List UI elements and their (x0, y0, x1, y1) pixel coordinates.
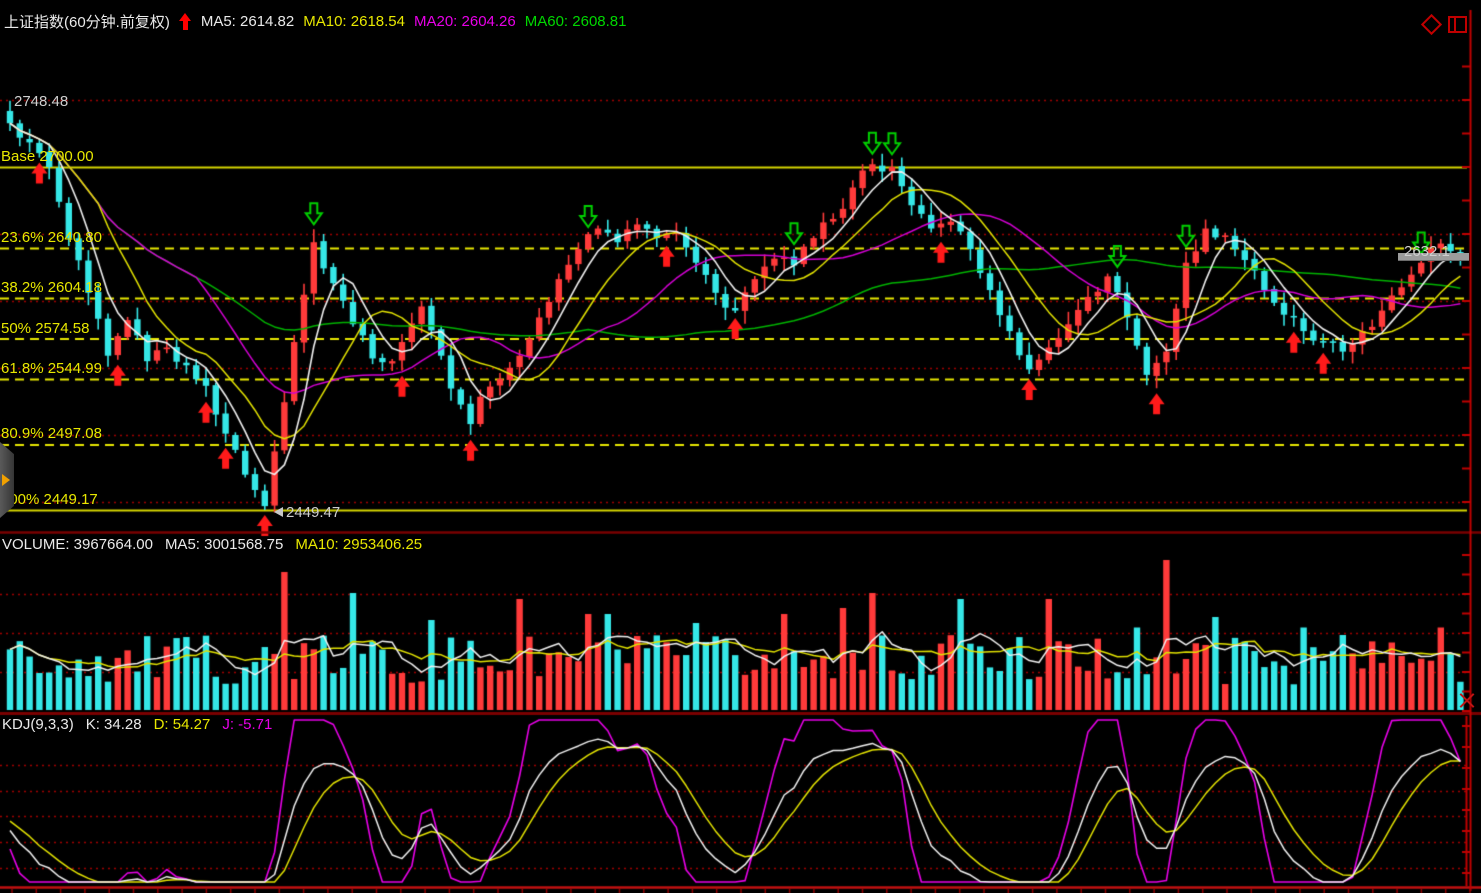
ma60-value: MA60: 2608.81 (525, 13, 627, 30)
volume-ma5: MA5: 3001568.75 (165, 536, 283, 553)
fib-label-618: 61.8% 2544.99 (1, 360, 102, 377)
chart-header: 上证指数(60分钟.前复权) MA5: 2614.82 MA10: 2618.5… (4, 11, 627, 31)
kdj-k: K: 34.28 (86, 716, 142, 733)
ma10-value: MA10: 2618.54 (303, 13, 405, 30)
fib-label-50: 50% 2574.58 (1, 320, 89, 337)
kdj-pane-header: KDJ(9,3,3) K: 34.28 D: 54.27 J: -5.71 (2, 716, 272, 733)
kdj-d: D: 54.27 (154, 716, 211, 733)
high-price-label: 2748.48 (14, 93, 68, 110)
kdj-j: J: -5.71 (222, 716, 272, 733)
fib-label-382: 38.2% 2604.18 (1, 279, 102, 296)
low-pointer-icon (274, 507, 283, 517)
symbol-title: 上证指数(60分钟.前复权) (4, 11, 170, 32)
low-price-label: 2449.47 (274, 504, 340, 521)
fib-label-base: Base 2700.00 (1, 148, 94, 165)
fib-label-809: 80.9% 2497.08 (1, 425, 102, 442)
last-price-label: 2632.1 (1404, 243, 1450, 260)
kdj-name: KDJ(9,3,3) (2, 716, 74, 733)
expand-arrow-icon (2, 474, 10, 486)
ma5-value: MA5: 2614.82 (201, 13, 294, 30)
chart-canvas[interactable] (0, 0, 1481, 893)
volume-ma10: MA10: 2953406.25 (295, 536, 422, 553)
volume-value: VOLUME: 3967664.00 (2, 536, 153, 553)
trend-up-arrow-icon (179, 13, 192, 30)
trading-app-window: 上证指数(60分钟.前复权) MA5: 2614.82 MA10: 2618.5… (0, 0, 1481, 893)
ma20-value: MA20: 2604.26 (414, 13, 516, 30)
volume-pane-header: VOLUME: 3967664.00 MA5: 3001568.75 MA10:… (2, 536, 422, 553)
fib-label-236: 23.6% 2640.80 (1, 229, 102, 246)
sidebar-expand-tab[interactable] (0, 442, 14, 518)
x-marker-icon[interactable] (1459, 692, 1475, 708)
fib-label-100: 100% 2449.17 (1, 491, 98, 508)
split-window-icon[interactable] (1448, 16, 1467, 33)
